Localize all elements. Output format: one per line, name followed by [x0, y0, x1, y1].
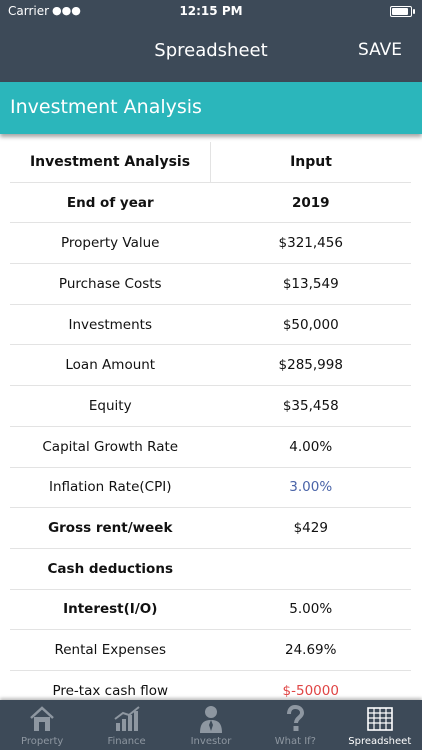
row-value[interactable]: 5.00% — [211, 601, 412, 617]
row-label: Purchase Costs — [58, 275, 162, 292]
section-title: Investment Analysis — [10, 96, 202, 118]
table-row: Gross rent/week $429 — [10, 508, 411, 549]
clock: 12:15 PM — [179, 4, 243, 18]
navigation-bar: Carrier ●●● 12:15 PM Spreadsheet SAVE — [0, 0, 422, 82]
battery-icon — [390, 6, 415, 17]
table-row: Rental Expenses 24.69% — [10, 630, 411, 671]
tab-label: Spreadsheet — [348, 736, 412, 747]
tab-finance[interactable]: Finance — [84, 700, 168, 750]
row-value[interactable]: $50,000 — [211, 317, 412, 333]
row-label: Investments — [68, 316, 153, 333]
row-value[interactable]: $35,458 — [211, 398, 412, 414]
tab-property[interactable]: Property — [0, 700, 84, 750]
row-value[interactable]: $-50000 — [211, 683, 412, 699]
section-header: Investment Analysis — [0, 82, 422, 134]
row-value[interactable]: $321,456 — [211, 235, 412, 251]
table-row: Interest(I/O) 5.00% — [10, 590, 411, 631]
house-icon — [30, 706, 55, 731]
table-row: Cash deductions — [10, 549, 411, 590]
table-row: Purchase Costs $13,549 — [10, 264, 411, 305]
bar-chart-icon — [113, 706, 140, 731]
row-label: Interest(I/O) — [63, 601, 158, 618]
table-header-row: Investment Analysis Input — [10, 142, 411, 183]
save-button[interactable]: SAVE — [358, 40, 402, 60]
header-input-cell: Input — [290, 153, 332, 170]
row-value[interactable]: $429 — [211, 520, 412, 536]
tab-investor[interactable]: Investor — [169, 700, 253, 750]
table-row: Equity $35,458 — [10, 386, 411, 427]
row-label: Capital Growth Rate — [42, 438, 179, 455]
row-value[interactable]: $285,998 — [211, 357, 412, 373]
row-value[interactable]: 24.69% — [211, 642, 412, 658]
row-label: Cash deductions — [47, 560, 173, 577]
row-label: Property Value — [61, 235, 160, 252]
table-row: Inflation Rate(CPI) 3.00% — [10, 468, 411, 509]
table-row: Capital Growth Rate 4.00% — [10, 427, 411, 468]
table-row: Investments $50,000 — [10, 305, 411, 346]
spreadsheet-icon — [366, 707, 393, 731]
question-icon — [287, 705, 305, 731]
row-label: Pre-tax cash flow — [52, 682, 169, 699]
status-bar: Carrier ●●● 12:15 PM — [0, 0, 422, 22]
row-value[interactable]: $13,549 — [211, 276, 412, 292]
row-label: Inflation Rate(CPI) — [48, 479, 172, 496]
tab-label: Investor — [190, 736, 232, 747]
analysis-table: Investment Analysis Input End of year 20… — [10, 142, 411, 712]
row-label: End of year — [66, 194, 154, 211]
tab-label: Finance — [107, 736, 146, 747]
table-row: Property Value $321,456 — [10, 223, 412, 265]
table-row: Loan Amount $285,998 — [10, 345, 412, 387]
row-value[interactable]: 2019 — [211, 195, 412, 211]
tab-label: What If? — [274, 736, 316, 747]
row-label: Loan Amount — [65, 357, 156, 374]
tab-bar: Property Finance Investor What If? Sprea… — [0, 700, 422, 750]
table-row: End of year 2019 — [10, 183, 411, 224]
tab-label: Property — [21, 736, 64, 747]
row-label: Rental Expenses — [54, 642, 167, 659]
tab-what-if[interactable]: What If? — [253, 700, 337, 750]
row-label: Equity — [88, 397, 132, 414]
row-value[interactable]: 4.00% — [211, 439, 412, 455]
tab-spreadsheet[interactable]: Spreadsheet — [338, 700, 422, 750]
row-value[interactable]: 3.00% — [211, 479, 412, 495]
row-label: Gross rent/week — [48, 520, 173, 537]
person-icon — [199, 706, 222, 733]
header-label-cell: Investment Analysis — [10, 142, 211, 182]
